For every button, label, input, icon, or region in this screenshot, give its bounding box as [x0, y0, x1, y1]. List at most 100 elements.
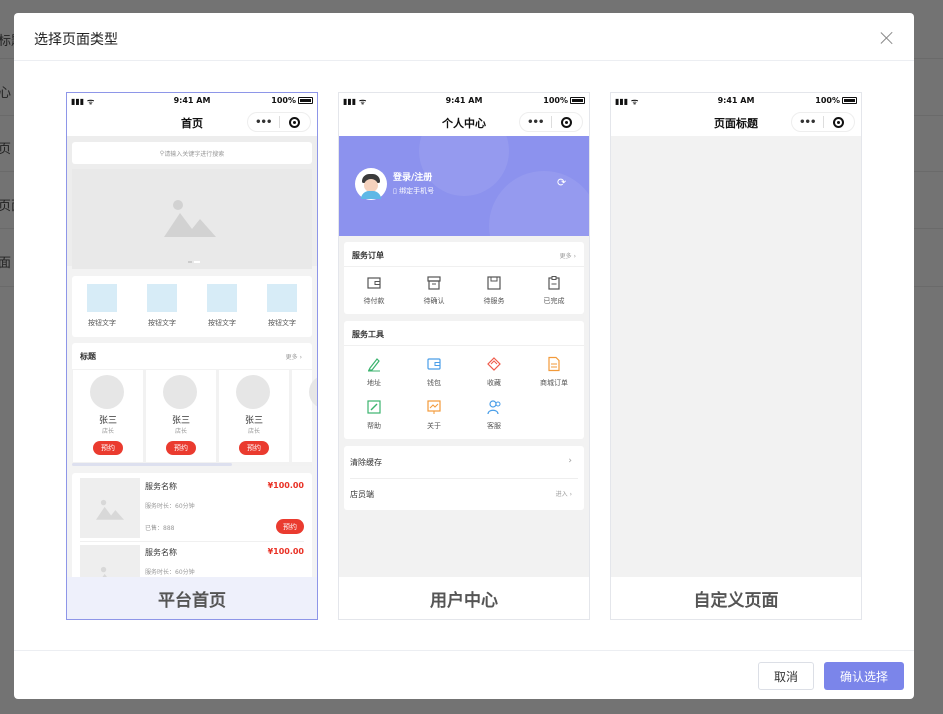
tool-label: 地址 — [367, 379, 381, 387]
order-status-label: 待服务 — [483, 297, 505, 305]
page-type-card-custom[interactable]: ▮▮▮ ᯤ 9:41 AM 100% 页面标题 ••• 自定义页面 — [610, 92, 862, 620]
staff-role: 店长 — [174, 428, 187, 435]
section-title: 服务工具 — [352, 330, 384, 339]
menu-item-staff: 店员端 — [350, 490, 374, 499]
page-type-card-user-center[interactable]: ▮▮▮ ᯤ 9:41 AM 100% 个人中心 ••• 登录/注册 ▯ 绑定手机… — [338, 92, 590, 620]
scroll-indicator — [72, 463, 232, 466]
page-type-card-home[interactable]: ▮▮▮ ᯤ 9:41 AM 100% 首页 ••• ⚲ 请输入关键字进行搜索 按… — [66, 92, 318, 620]
service-image-placeholder — [80, 478, 140, 538]
banner-image-placeholder — [72, 169, 312, 269]
quick-buttons-panel: 按钮文字 按钮文字 按钮文字 按钮文字 — [72, 276, 312, 337]
staff-card: 张三 店长 预约 — [146, 370, 216, 462]
bind-phone-link: ▯ 绑定手机号 — [393, 187, 435, 195]
tool-label: 钱包 — [427, 379, 441, 387]
enter-text: 进入 — [555, 491, 568, 498]
miniprogram-capsule: ••• — [791, 112, 855, 132]
more-dots-icon: ••• — [527, 116, 544, 128]
quick-button-label: 按钮文字 — [268, 319, 296, 327]
clipboard-icon — [548, 276, 560, 290]
service-duration: 服务时长：60分钟 — [145, 503, 195, 510]
service-price: ¥100.00 — [267, 547, 304, 556]
tool-label: 关于 — [427, 422, 441, 430]
service-name: 服务名称 — [145, 482, 177, 491]
chevron-right-icon: › — [568, 456, 572, 466]
close-circle-icon — [280, 116, 311, 128]
battery-icon — [842, 97, 857, 104]
order-status-label: 待确认 — [423, 297, 445, 305]
dialog-header: 选择页面类型 — [14, 13, 914, 61]
more-dots-icon: ••• — [799, 116, 816, 128]
reserve-button: 预约 — [93, 441, 123, 455]
order-status-label: 已完成 — [543, 297, 565, 305]
nav-bar: 页面标题 ••• — [611, 109, 861, 136]
card-caption: 用户中心 — [339, 577, 589, 619]
customer-service-icon — [487, 400, 501, 415]
edit-icon — [367, 400, 381, 414]
tool-label: 收藏 — [487, 379, 501, 387]
favorite-icon — [487, 357, 501, 371]
staff-enter-link: 进入 › — [555, 491, 572, 498]
tools-section: 服务工具 地址 钱包 收藏 商城订单 帮助 关于 客服 — [344, 321, 584, 439]
box-icon — [427, 276, 441, 290]
phone-preview-user-center: ▮▮▮ ᯤ 9:41 AM 100% 个人中心 ••• 登录/注册 ▯ 绑定手机… — [339, 93, 589, 579]
staff-card: 张三 店长 预约 — [73, 370, 143, 462]
tool-label: 帮助 — [367, 422, 381, 430]
more-dots-icon: ••• — [255, 116, 272, 128]
staff-name: 张三 — [98, 416, 117, 426]
settings-menu: 清除缓存 › 店员端 进入 › — [344, 446, 584, 510]
battery-indicator: 100% — [543, 96, 585, 105]
status-bar: ▮▮▮ ᯤ 9:41 AM 100% — [339, 93, 589, 109]
staff-name: 张三 — [171, 416, 190, 426]
tool-label: 客服 — [487, 422, 501, 430]
select-page-type-dialog: 选择页面类型 ▮▮▮ ᯤ 9:41 AM 100% 首页 ••• ⚲ 请输入关键… — [14, 13, 914, 699]
search-placeholder: 请输入关键字进行搜索 — [164, 150, 225, 158]
nav-bar: 首页 ••• — [67, 109, 317, 136]
section-title: 标题 — [80, 352, 96, 361]
cancel-button[interactable]: 取消 — [758, 662, 814, 690]
more-text: 更多 — [559, 253, 572, 260]
pencil-icon — [368, 358, 380, 372]
nav-bar: 个人中心 ••• — [339, 109, 589, 136]
battery-icon — [298, 97, 313, 104]
miniprogram-capsule: ••• — [519, 112, 583, 132]
more-link: 更多 › — [559, 253, 576, 260]
battery-text: 100% — [271, 96, 296, 105]
search-bar: ⚲ 请输入关键字进行搜索 — [72, 142, 312, 164]
avatar-placeholder — [163, 375, 197, 409]
login-register-link: 登录/注册 — [393, 173, 433, 183]
more-text: 更多 — [285, 354, 298, 361]
miniprogram-capsule: ••• — [247, 112, 311, 132]
avatar — [355, 168, 387, 200]
wallet-icon — [427, 358, 441, 370]
card-caption: 自定义页面 — [611, 577, 861, 619]
refresh-icon: ⟳ — [557, 176, 567, 189]
avatar-placeholder — [90, 375, 124, 409]
chart-board-icon — [427, 400, 441, 414]
battery-text: 100% — [543, 96, 568, 105]
confirm-selection-button[interactable]: 确认选择 — [824, 662, 904, 690]
close-circle-icon — [824, 116, 855, 128]
bind-phone-text: 绑定手机号 — [399, 187, 435, 195]
wallet-icon — [367, 277, 381, 289]
service-name: 服务名称 — [145, 548, 177, 557]
dialog-title: 选择页面类型 — [34, 32, 118, 48]
menu-item-clear-cache: 清除缓存 — [350, 458, 382, 467]
close-icon[interactable] — [880, 31, 894, 45]
document-icon — [548, 356, 560, 372]
battery-indicator: 100% — [815, 96, 857, 105]
reserve-button: 预约 — [276, 519, 304, 534]
reserve-button: 预约 — [239, 441, 269, 455]
dialog-footer: 取消 确认选择 — [14, 650, 914, 699]
service-price: ¥100.00 — [267, 481, 304, 490]
quick-button-label: 按钮文字 — [148, 319, 176, 327]
staff-card-partial — [292, 370, 317, 462]
save-icon — [487, 276, 501, 290]
phone-preview-custom: ▮▮▮ ᯤ 9:41 AM 100% 页面标题 ••• — [611, 93, 861, 579]
battery-indicator: 100% — [271, 96, 313, 105]
quick-button-label: 按钮文字 — [88, 319, 116, 327]
status-bar: ▮▮▮ ᯤ 9:41 AM 100% — [67, 93, 317, 109]
battery-icon — [570, 97, 585, 104]
service-list: 服务名称 ¥100.00 服务时长：60分钟 已售：888 预约 服务名称 ¥1… — [72, 473, 312, 579]
image-placeholder-icon — [164, 200, 216, 237]
battery-text: 100% — [815, 96, 840, 105]
